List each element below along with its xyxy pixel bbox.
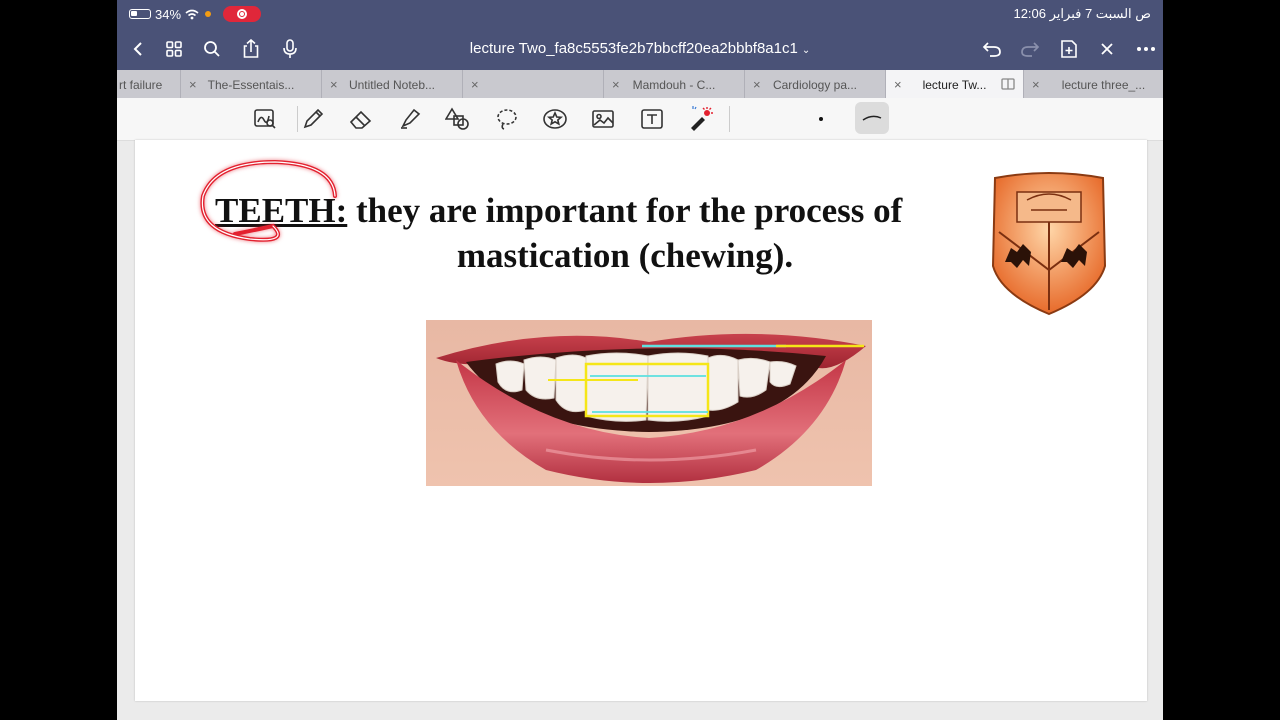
- shapes-icon[interactable]: [444, 105, 472, 133]
- tab-bar: rt failure × The-Essentais... × Untitled…: [117, 70, 1163, 98]
- title-bar: lecture Two_fa8c5553fe2b7bbcff20ea2bbbf8…: [117, 28, 1163, 70]
- tab-mamdouh[interactable]: × Mamdouh - C...: [604, 70, 745, 98]
- tab-untitled-notebook[interactable]: × Untitled Noteb...: [322, 70, 463, 98]
- image-icon[interactable]: [589, 105, 617, 133]
- tab-lecture-three[interactable]: × lecture three_...: [1024, 70, 1163, 98]
- wifi-icon: [185, 9, 199, 19]
- toolbar-separator: [297, 106, 298, 132]
- ipad-screen: 34% 12:06 ص السبت 7 فبراير lecture Two_f…: [117, 0, 1163, 720]
- chevron-down-icon: ⌄: [801, 45, 811, 56]
- tab-close-icon[interactable]: ×: [1032, 77, 1040, 92]
- sticker-icon[interactable]: [541, 105, 569, 133]
- stroke-style-button[interactable]: [855, 102, 889, 134]
- status-bar: 34% 12:06 ص السبت 7 فبراير: [117, 0, 1163, 28]
- laser-pointer-icon[interactable]: [686, 105, 714, 133]
- screen-recording-indicator[interactable]: [223, 6, 262, 22]
- undo-icon[interactable]: [981, 38, 1003, 60]
- pen-icon[interactable]: [299, 105, 327, 133]
- mic-in-use-indicator: [205, 11, 212, 17]
- stroke-width-dot[interactable]: [819, 117, 823, 121]
- tab-lecture-two[interactable]: × lecture Tw...: [886, 70, 1024, 98]
- more-icon[interactable]: [1135, 38, 1157, 60]
- add-page-icon[interactable]: [1058, 38, 1080, 60]
- tab-cardiology[interactable]: × Cardiology pa...: [745, 70, 886, 98]
- document-title[interactable]: lecture Two_fa8c5553fe2b7bbcff20ea2bbbf8…: [117, 40, 1163, 57]
- lasso-icon[interactable]: [493, 105, 521, 133]
- split-view-icon[interactable]: [1001, 78, 1015, 90]
- close-icon[interactable]: [1096, 38, 1118, 60]
- smiling-teeth-photo: [426, 320, 872, 486]
- eraser-icon[interactable]: [347, 105, 375, 133]
- red-ink-circle-annotation[interactable]: [195, 156, 345, 246]
- status-time-date: 12:06 ص السبت 7 فبراير: [1013, 6, 1151, 21]
- tab-blank[interactable]: ×: [463, 70, 604, 98]
- text-icon[interactable]: [638, 105, 666, 133]
- redo-icon[interactable]: [1019, 38, 1041, 60]
- tab-heart-failure[interactable]: rt failure: [117, 70, 181, 98]
- highlighter-icon[interactable]: [396, 105, 424, 133]
- toolbar-separator: [729, 106, 730, 132]
- drawing-toolbar: [117, 98, 1163, 141]
- zoom-window-icon[interactable]: [251, 105, 279, 133]
- battery-percent: 34%: [155, 6, 182, 22]
- tab-the-essentials[interactable]: × The-Essentais...: [181, 70, 322, 98]
- tab-close-icon[interactable]: ×: [471, 77, 479, 92]
- university-crest-logo: [991, 172, 1107, 316]
- notebook-page[interactable]: TEETH: they are important for the proces…: [135, 140, 1147, 701]
- battery-icon: [129, 9, 151, 19]
